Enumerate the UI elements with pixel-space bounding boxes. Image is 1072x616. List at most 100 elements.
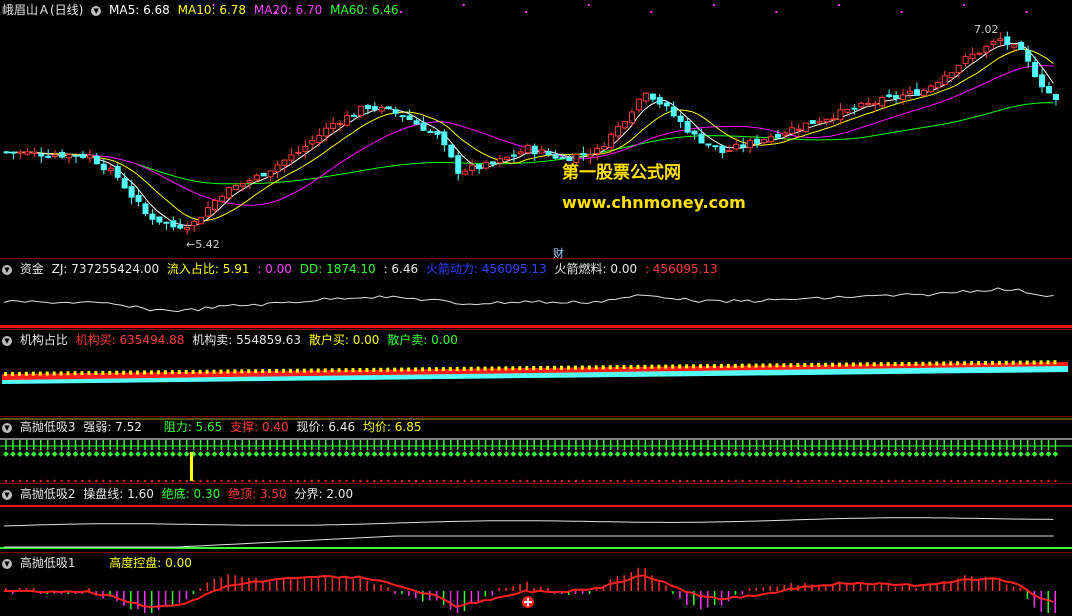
ma5-line <box>3 42 1054 226</box>
candle <box>38 147 45 164</box>
candle <box>420 116 427 131</box>
candle <box>837 103 844 125</box>
gpdx3-panel[interactable]: ▼ 高抛低吸3 强弱: 7.52 阻力: 5.65 支撑: 0.40 现价: 6… <box>0 417 1072 484</box>
candle <box>809 120 816 124</box>
candle <box>330 117 337 134</box>
retail-sell: 散户卖: 0.00 <box>387 333 458 347</box>
candle <box>747 137 754 154</box>
inst-buy: 机构买: 635494.88 <box>75 333 185 347</box>
candle <box>524 143 531 155</box>
high-price-label: 7.02 <box>974 23 999 36</box>
candle <box>934 80 941 92</box>
candle <box>698 128 705 144</box>
candle <box>649 93 656 103</box>
candle <box>1039 68 1046 93</box>
candle <box>969 47 976 63</box>
rocket-power: 火箭动力: 456095.13 <box>425 262 547 276</box>
candle <box>830 113 837 125</box>
avg-value: 均价: 6.85 <box>362 420 422 434</box>
gpdx3-header: ▼ 高抛低吸3 强弱: 7.52 阻力: 5.65 支撑: 0.40 现价: 6… <box>2 419 426 435</box>
dd-value-2: : 6.46 <box>383 262 419 276</box>
ma10-value: MA10: 6.78 <box>177 3 247 17</box>
zj-value: ZJ: 737255424.00 <box>51 262 160 276</box>
candle <box>816 117 823 125</box>
candle <box>24 148 31 156</box>
candle <box>121 173 128 189</box>
candle <box>225 186 232 199</box>
gpdx2-panel[interactable]: ▼ 高抛低吸2 操盘线: 1.60 绝底: 0.30 绝顶: 3.50 分界: … <box>0 484 1072 553</box>
candlestick-chart[interactable] <box>0 0 1072 258</box>
candle <box>622 120 629 131</box>
candle <box>927 84 934 93</box>
fund-header: ▼ 资金 ZJ: 737255424.00 流入占比: 5.91 : 0.00 … <box>2 261 722 277</box>
candle <box>191 219 198 232</box>
collapse-icon[interactable]: ▼ <box>2 264 12 275</box>
candle <box>260 172 267 177</box>
candle <box>712 145 719 151</box>
institution-header: ▼ 机构占比 机构买: 635494.88 机构卖: 554859.63 散户买… <box>2 332 462 348</box>
candle <box>392 106 399 118</box>
candle <box>510 149 517 163</box>
collapse-icon[interactable]: ▼ <box>91 5 102 16</box>
candle <box>462 168 469 176</box>
fund-panel[interactable]: ▼ 资金 ZJ: 737255424.00 流入占比: 5.91 : 0.00 … <box>0 259 1072 330</box>
candle <box>642 92 649 104</box>
retail-buy: 散户买: 0.00 <box>308 333 380 347</box>
candle <box>142 201 149 217</box>
candle <box>496 154 503 167</box>
candle <box>163 221 170 231</box>
ma20-value: MA20: 6.70 <box>253 3 323 17</box>
price-value: 现价: 6.46 <box>296 420 356 434</box>
candle <box>198 217 205 225</box>
watermark-title: 第一股票公式网 <box>562 163 681 183</box>
trade-line: 操盘线: 1.60 <box>83 487 154 501</box>
candle <box>656 94 663 108</box>
rocket-fuel-2: : 456095.13 <box>644 262 718 276</box>
price-header: 峨眉山Ａ(日线) ▼ MA5: 6.68 MA10: 6.78 MA20: 6.… <box>2 2 403 18</box>
inflow-ratio: 流入占比: 5.91 <box>166 262 250 276</box>
candle <box>274 160 281 179</box>
collapse-icon[interactable]: ▼ <box>2 422 12 433</box>
gpdx1-panel[interactable]: ▼ 高抛低吸1 高度控盘: 0.00 <box>0 553 1072 616</box>
candle <box>10 151 17 160</box>
collapse-icon[interactable]: ▼ <box>2 489 12 500</box>
institution-panel[interactable]: ▼ 机构占比 机构买: 635494.88 机构卖: 554859.63 散户买… <box>0 330 1072 417</box>
candle <box>93 153 100 165</box>
candle <box>913 82 920 97</box>
candle <box>823 118 830 126</box>
candle <box>149 209 156 225</box>
candle <box>788 121 795 135</box>
candle <box>114 163 121 181</box>
candle <box>802 122 809 133</box>
candle <box>476 163 483 174</box>
candle <box>976 52 983 56</box>
candle <box>434 129 441 139</box>
dd-value: DD: 1874.10 <box>299 262 376 276</box>
candle <box>184 222 191 235</box>
candle <box>740 138 747 153</box>
candle <box>267 170 274 182</box>
height-control: 高度控盘: 0.00 <box>109 556 192 570</box>
candle <box>629 108 635 127</box>
candle <box>107 164 114 175</box>
gpdx1-name: 高抛低吸1 <box>19 556 76 570</box>
candle <box>503 156 510 161</box>
candle <box>399 115 406 122</box>
candle <box>205 201 212 218</box>
bottom-value: 绝底: 0.30 <box>161 487 221 501</box>
ma60-line <box>3 102 1054 185</box>
ma20-line <box>3 65 1054 206</box>
collapse-icon[interactable]: ▼ <box>2 558 12 569</box>
candle <box>705 143 712 149</box>
candle <box>31 147 38 158</box>
candle <box>983 44 990 59</box>
candle <box>1018 40 1025 50</box>
collapse-icon[interactable]: ▼ <box>2 335 12 346</box>
candle <box>66 153 73 164</box>
candle <box>323 122 330 142</box>
candle <box>907 86 913 99</box>
candle <box>17 149 24 160</box>
candle <box>858 101 865 109</box>
price-panel[interactable]: 峨眉山Ａ(日线) ▼ MA5: 6.68 MA10: 6.78 MA20: 6.… <box>0 0 1072 260</box>
candle <box>1046 81 1052 94</box>
